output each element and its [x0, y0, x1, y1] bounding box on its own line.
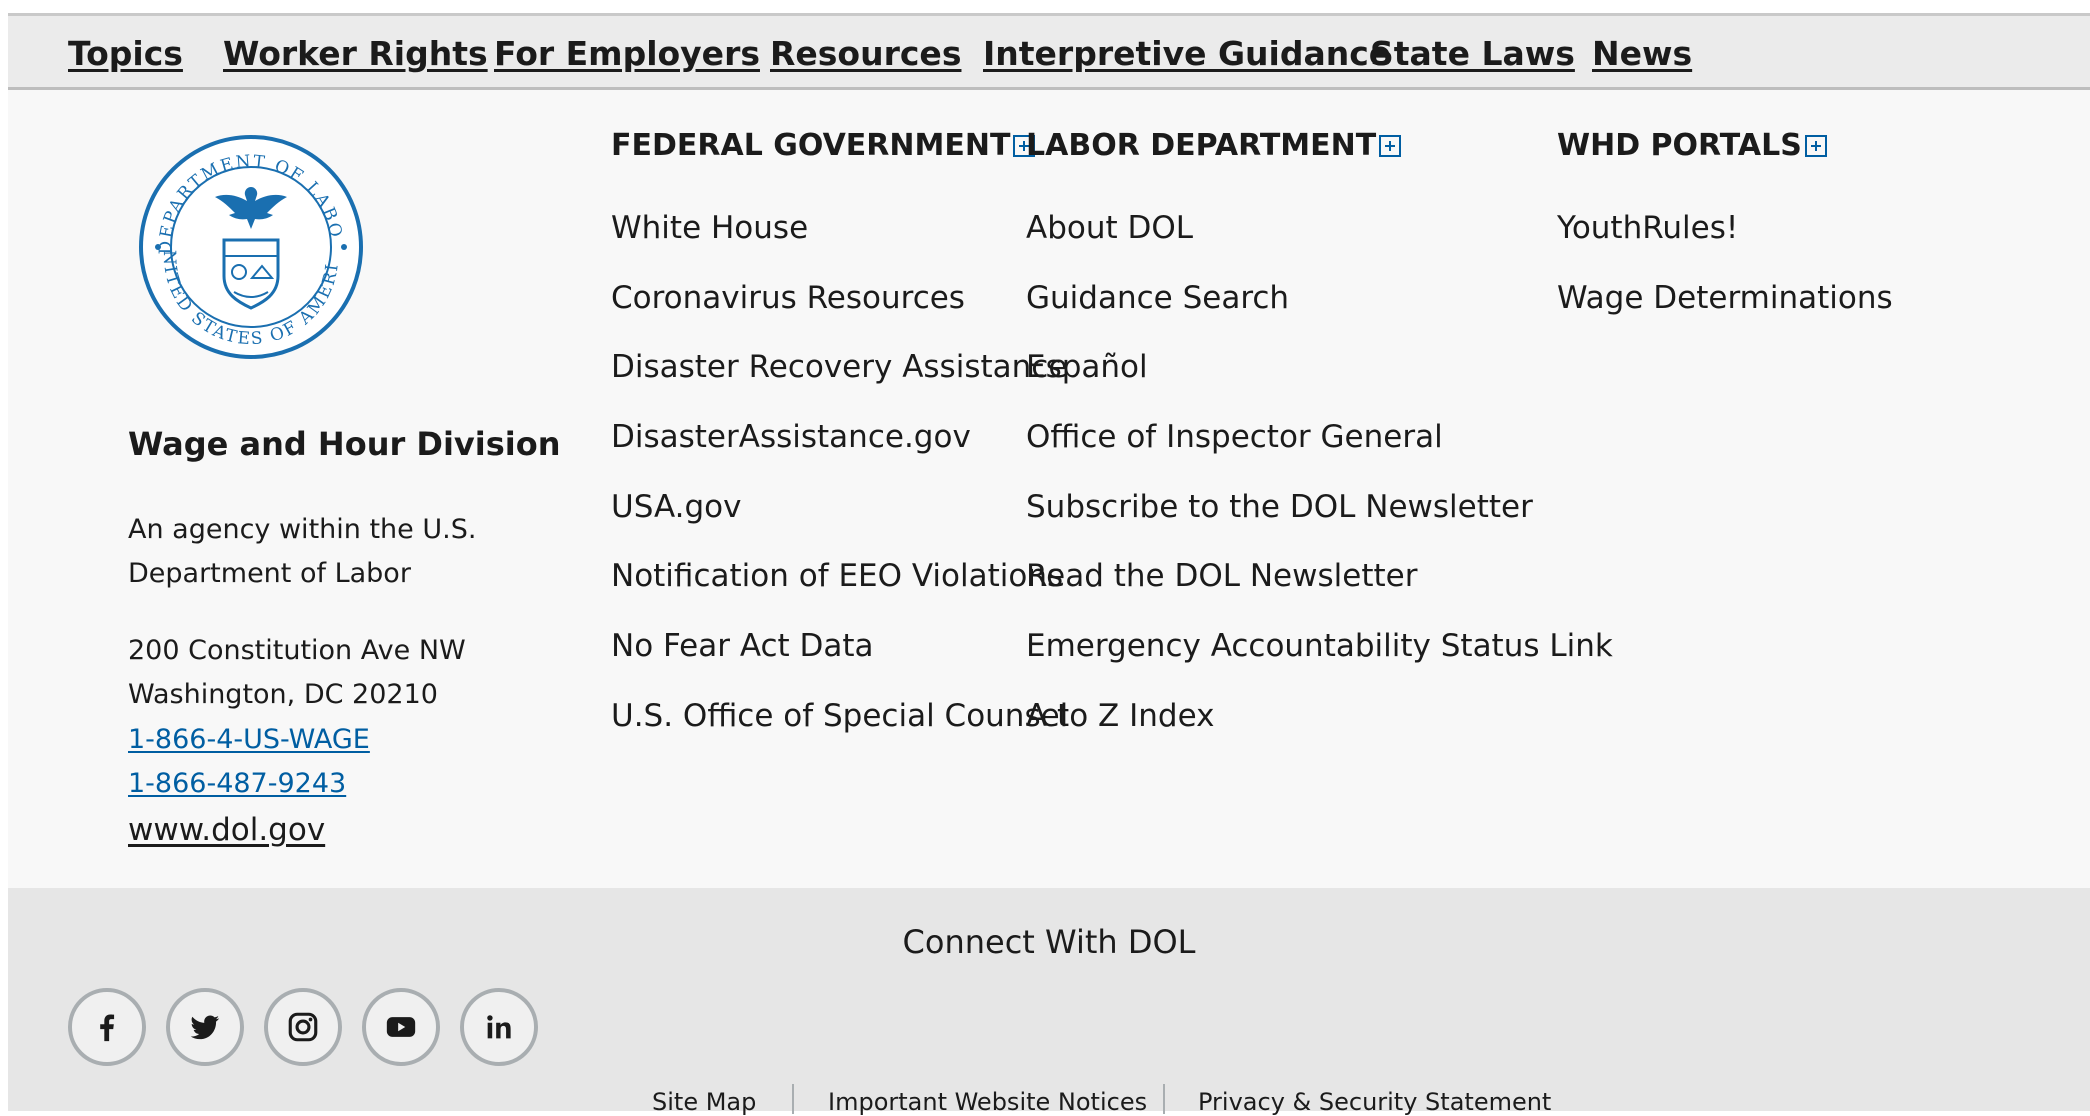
- link-coronavirus-resources[interactable]: Coronavirus Resources: [611, 280, 965, 316]
- link-usa-gov[interactable]: USA.gov: [611, 489, 741, 525]
- link-subscribe-newsletter[interactable]: Subscribe to the DOL Newsletter: [1026, 489, 1533, 525]
- link-wage-determinations[interactable]: Wage Determinations: [1557, 280, 1893, 316]
- link-guidance-search[interactable]: Guidance Search: [1026, 280, 1289, 316]
- nav-worker-rights[interactable]: Worker Rights: [223, 34, 488, 73]
- nav-resources[interactable]: Resources: [770, 34, 961, 73]
- link-youthrules[interactable]: YouthRules!: [1557, 210, 1738, 246]
- link-a-to-z-index[interactable]: A to Z Index: [1026, 698, 1214, 734]
- expand-plus-icon[interactable]: [1804, 134, 1827, 157]
- phone-link-number[interactable]: 1-866-487-9243: [128, 768, 346, 799]
- federal-government-heading[interactable]: FEDERAL GOVERNMENT: [611, 128, 1036, 163]
- expand-plus-icon[interactable]: [1379, 134, 1402, 157]
- address-line-2: Washington, DC 20210: [128, 679, 438, 710]
- nav-state-laws[interactable]: State Laws: [1370, 34, 1575, 73]
- link-emergency-accountability[interactable]: Emergency Accountability Status Link: [1026, 628, 1613, 664]
- link-disasterassistance-gov[interactable]: DisasterAssistance.gov: [611, 419, 971, 455]
- footer-bottom: Connect With DOL Site Map Important Webs…: [8, 888, 2090, 1116]
- labor-department-heading[interactable]: LABOR DEPARTMENT: [1026, 128, 1402, 163]
- link-white-house[interactable]: White House: [611, 210, 808, 246]
- link-about-dol[interactable]: About DOL: [1026, 210, 1193, 246]
- agency-description: An agency within the U.S. Department of …: [128, 514, 477, 589]
- divider: [1163, 1084, 1165, 1114]
- link-disaster-recovery-assistance[interactable]: Disaster Recovery Assistance: [611, 349, 1067, 385]
- link-espanol[interactable]: Español: [1026, 349, 1148, 385]
- nav-news[interactable]: News: [1592, 34, 1692, 73]
- link-eeo-violations[interactable]: Notification of EEO Violations: [611, 558, 1063, 594]
- top-navigation: Topics Worker Rights For Employers Resou…: [8, 13, 2090, 90]
- link-inspector-general[interactable]: Office of Inspector General: [1026, 419, 1443, 455]
- nav-interpretive-guidance[interactable]: Interpretive Guidance: [983, 34, 1391, 73]
- column-heading-label: LABOR DEPARTMENT: [1026, 128, 1377, 163]
- privacy-security-link[interactable]: Privacy & Security Statement: [1198, 1088, 1551, 1116]
- connect-title: Connect With DOL: [902, 923, 1196, 961]
- agency-name: Wage and Hour Division: [128, 425, 561, 463]
- site-map-link[interactable]: Site Map: [652, 1088, 756, 1116]
- divider: [792, 1084, 794, 1114]
- link-office-special-counsel[interactable]: U.S. Office of Special Counsel: [611, 698, 1068, 734]
- address-line-1: 200 Constitution Ave NW: [128, 635, 466, 666]
- facebook-icon[interactable]: [68, 988, 146, 1066]
- column-heading-label: WHD PORTALS: [1557, 128, 1802, 163]
- link-no-fear-act-data[interactable]: No Fear Act Data: [611, 628, 874, 664]
- phone-link-us-wage[interactable]: 1-866-4-US-WAGE: [128, 724, 370, 755]
- dol-seal-icon: DEPARTMENT OF LABOR UNITED STATES OF AME…: [136, 132, 363, 359]
- column-heading-label: FEDERAL GOVERNMENT: [611, 128, 1011, 163]
- nav-topics[interactable]: Topics: [68, 34, 183, 73]
- dol-website-link[interactable]: www.dol.gov: [128, 812, 325, 848]
- website-notices-link[interactable]: Important Website Notices: [828, 1088, 1147, 1116]
- nav-for-employers[interactable]: For Employers: [494, 34, 760, 73]
- link-read-newsletter[interactable]: Read the DOL Newsletter: [1026, 558, 1417, 594]
- footer-main: DEPARTMENT OF LABOR UNITED STATES OF AME…: [8, 90, 2090, 888]
- instagram-icon[interactable]: [264, 988, 342, 1066]
- linkedin-icon[interactable]: [460, 988, 538, 1066]
- twitter-icon[interactable]: [166, 988, 244, 1066]
- whd-portals-heading[interactable]: WHD PORTALS: [1557, 128, 1827, 163]
- youtube-icon[interactable]: [362, 988, 440, 1066]
